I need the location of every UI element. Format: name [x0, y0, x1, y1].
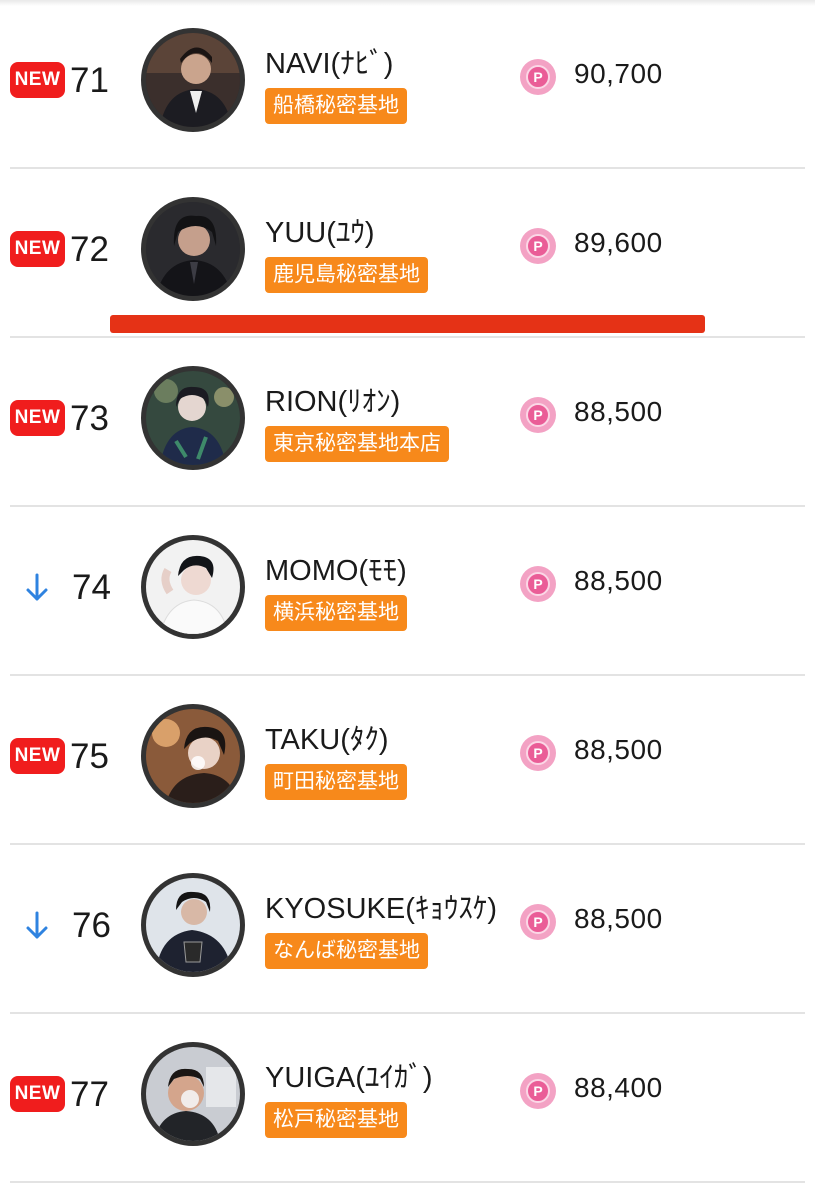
ranking-row[interactable]: NEW 75 TAKU(ﾀｸ) 町田秘密基地 P 88,500 — [0, 676, 815, 845]
rank-number: 74 — [72, 568, 111, 607]
points-icon: P — [520, 59, 556, 95]
points-value: 90,700 — [574, 58, 663, 89]
rank-number: 77 — [70, 1075, 109, 1114]
points-value: 88,400 — [574, 1072, 663, 1103]
cast-name[interactable]: TAKU(ﾀｸ) — [265, 716, 389, 758]
store-tag[interactable]: 横浜秘密基地 — [265, 595, 407, 631]
new-badge: NEW — [10, 231, 65, 267]
store-tag[interactable]: 鹿児島秘密基地 — [265, 257, 428, 293]
rank-number: 71 — [70, 61, 109, 100]
new-badge: NEW — [10, 400, 65, 436]
store-tag[interactable]: 東京秘密基地本店 — [265, 426, 449, 462]
points-value: 88,500 — [574, 396, 663, 427]
points-icon: P — [520, 735, 556, 771]
points-value: 89,600 — [574, 227, 663, 258]
points-icon: P — [520, 566, 556, 602]
points-value: 88,500 — [574, 903, 663, 934]
ranking-row[interactable]: NEW 71 NAVI(ﾅﾋﾞ) 船橋秘密基地 P 90,700 — [0, 0, 815, 169]
avatar[interactable] — [141, 873, 245, 977]
avatar[interactable] — [141, 28, 245, 132]
points-icon: P — [520, 904, 556, 940]
rank-number: 72 — [70, 230, 109, 269]
red-marker-line — [110, 315, 705, 333]
new-badge: NEW — [10, 62, 65, 98]
cast-name[interactable]: KYOSUKE(ｷｮｳｽｹ) — [265, 885, 497, 927]
points-icon: P — [520, 397, 556, 433]
store-tag[interactable]: 船橋秘密基地 — [265, 88, 407, 124]
rank-number: 73 — [70, 399, 109, 438]
rank-down-arrow-icon — [26, 573, 48, 601]
new-badge: NEW — [10, 1076, 65, 1112]
ranking-row[interactable]: NEW 72 YUU(ﾕｳ) 鹿児島秘密基地 P 89,600 — [0, 169, 815, 338]
store-tag[interactable]: 町田秘密基地 — [265, 764, 407, 800]
points-value: 88,500 — [574, 734, 663, 765]
cast-name[interactable]: YUU(ﾕｳ) — [265, 209, 375, 251]
avatar[interactable] — [141, 366, 245, 470]
cast-name[interactable]: YUIGA(ﾕｲｶﾞ) — [265, 1054, 433, 1096]
avatar[interactable] — [141, 197, 245, 301]
rank-number: 75 — [70, 737, 109, 776]
avatar[interactable] — [141, 704, 245, 808]
ranking-row[interactable]: NEW 77 YUIGA(ﾕｲｶﾞ) 松戸秘密基地 P 88,400 — [0, 1014, 815, 1183]
ranking-row[interactable]: 76 KYOSUKE(ｷｮｳｽｹ) なんば秘密基地 P 88,500 — [0, 845, 815, 1014]
points-icon: P — [520, 228, 556, 264]
rank-number: 76 — [72, 906, 111, 945]
avatar[interactable] — [141, 1042, 245, 1146]
store-tag[interactable]: なんば秘密基地 — [265, 933, 428, 969]
avatar[interactable] — [141, 535, 245, 639]
points-value: 88,500 — [574, 565, 663, 596]
cast-name[interactable]: RION(ﾘｵﾝ) — [265, 378, 400, 420]
cast-name[interactable]: MOMO(ﾓﾓ) — [265, 547, 407, 589]
cast-name[interactable]: NAVI(ﾅﾋﾞ) — [265, 40, 393, 82]
store-tag[interactable]: 松戸秘密基地 — [265, 1102, 407, 1138]
rank-down-arrow-icon — [26, 911, 48, 939]
ranking-row[interactable]: NEW 73 RION(ﾘｵﾝ) 東京秘密基地本店 P 88,500 — [0, 338, 815, 507]
new-badge: NEW — [10, 738, 65, 774]
ranking-row[interactable]: 74 MOMO(ﾓﾓ) 横浜秘密基地 P 88,500 — [0, 507, 815, 676]
row-divider — [10, 1181, 805, 1183]
points-icon: P — [520, 1073, 556, 1109]
